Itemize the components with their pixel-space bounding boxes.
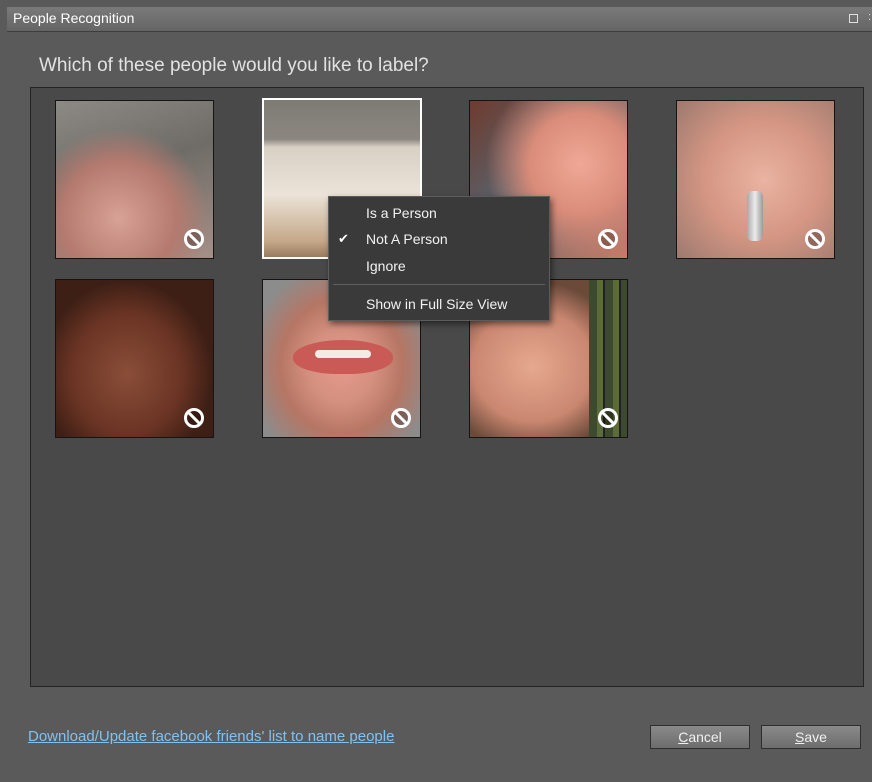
menu-item-not-a-person[interactable]: ✔ Not A Person xyxy=(329,227,549,251)
teeth-image-detail xyxy=(315,350,371,358)
menu-item-label: Not A Person xyxy=(366,231,448,247)
not-a-person-icon[interactable] xyxy=(391,408,411,428)
not-a-person-icon[interactable] xyxy=(805,229,825,249)
face-thumbnail[interactable] xyxy=(676,100,835,259)
menu-item-is-a-person[interactable]: Is a Person xyxy=(329,201,549,225)
menu-item-label: Ignore xyxy=(366,258,406,274)
menu-item-show-full-size[interactable]: Show in Full Size View xyxy=(329,292,549,316)
menu-separator xyxy=(333,284,545,285)
prompt-heading: Which of these people would you like to … xyxy=(39,55,429,76)
not-a-person-icon[interactable] xyxy=(184,408,204,428)
checkmark-icon: ✔ xyxy=(338,231,349,246)
not-a-person-icon[interactable] xyxy=(598,408,618,428)
save-label-rest: ave xyxy=(804,729,827,745)
cancel-button[interactable]: Cancel xyxy=(650,725,750,749)
save-button[interactable]: Save xyxy=(761,725,861,749)
face-thumbnail[interactable] xyxy=(55,279,214,438)
title-bar: People Recognition : xyxy=(7,7,872,32)
maximize-icon[interactable] xyxy=(849,14,858,23)
close-icon[interactable]: : xyxy=(868,11,871,23)
save-accelerator: S xyxy=(795,729,805,745)
face-thumbnail[interactable] xyxy=(55,100,214,259)
menu-item-ignore[interactable]: Ignore xyxy=(329,254,549,278)
not-a-person-icon[interactable] xyxy=(598,229,618,249)
thumbnail-grid xyxy=(30,87,864,687)
not-a-person-icon[interactable] xyxy=(184,229,204,249)
ring-image-detail xyxy=(747,191,763,241)
menu-item-label: Show in Full Size View xyxy=(366,296,508,312)
menu-item-label: Is a Person xyxy=(366,205,437,221)
cancel-label-rest: ancel xyxy=(688,729,722,745)
context-menu: Is a Person ✔ Not A Person Ignore Show i… xyxy=(328,196,550,321)
facebook-friends-link[interactable]: Download/Update facebook friends' list t… xyxy=(28,728,394,745)
window-title: People Recognition xyxy=(13,10,135,26)
cancel-accelerator: C xyxy=(678,729,689,745)
